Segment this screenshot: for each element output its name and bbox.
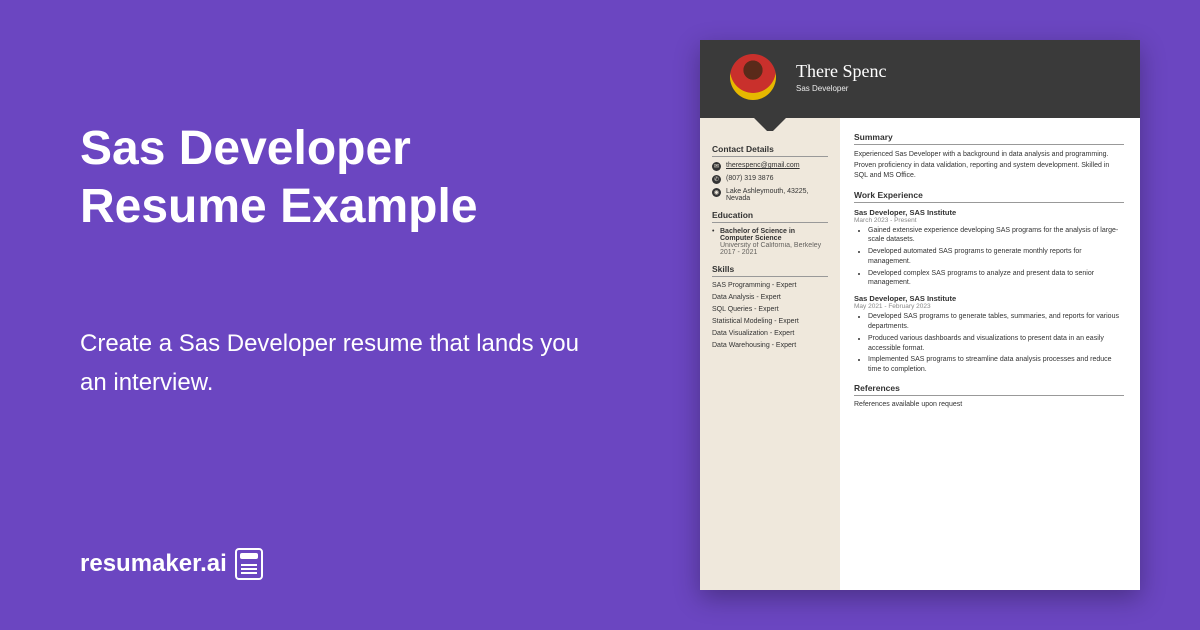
skill-item: Data Warehousing - Expert <box>712 342 828 349</box>
brand-text: resumaker.ai <box>80 550 227 578</box>
education-item: Bachelor of Science in Computer Science … <box>712 228 828 256</box>
name-block: There Spenc Sas Developer <box>796 61 1120 93</box>
references-title: References <box>854 383 1124 396</box>
resume-main: Summary Experienced Sas Developer with a… <box>840 118 1140 590</box>
resume-preview: There Spenc Sas Developer Contact Detail… <box>700 40 1140 590</box>
edu-dates: 2017 - 2021 <box>720 249 828 256</box>
skill-item: Data Visualization - Expert <box>712 330 828 337</box>
address-text: Lake Ashleymouth, 43225, Nevada <box>726 188 828 202</box>
avatar <box>730 54 776 100</box>
degree: Bachelor of Science in Computer Science <box>720 228 828 242</box>
chevron-decoration <box>700 117 840 131</box>
envelope-icon: ✉ <box>712 162 721 171</box>
skill-item: Data Analysis - Expert <box>712 294 828 301</box>
experience-title: Work Experience <box>854 190 1124 203</box>
document-icon <box>235 548 263 580</box>
education-title: Education <box>712 210 828 223</box>
bullet: Produced various dashboards and visualiz… <box>868 334 1124 354</box>
job-title: Sas Developer, SAS Institute <box>854 294 1124 303</box>
headline: Sas Developer Resume Example <box>80 120 580 235</box>
job-dates: May 2021 - February 2023 <box>854 303 1124 310</box>
bullet: Implemented SAS programs to streamline d… <box>868 355 1124 375</box>
resume-header: There Spenc Sas Developer <box>700 40 1140 118</box>
bullet: Developed complex SAS programs to analyz… <box>868 269 1124 289</box>
references-text: References available upon request <box>854 401 1124 408</box>
resume-role: Sas Developer <box>796 84 1120 93</box>
job-bullets: Gained extensive experience developing S… <box>854 226 1124 289</box>
bullet: Developed automated SAS programs to gene… <box>868 247 1124 267</box>
resume-body: Contact Details ✉ therespenc@gmail.com ✆… <box>700 118 1140 590</box>
subtext: Create a Sas Developer resume that lands… <box>80 325 580 402</box>
summary-title: Summary <box>854 132 1124 145</box>
skill-item: SAS Programming - Expert <box>712 282 828 289</box>
resume-name: There Spenc <box>796 61 1120 82</box>
brand-logo: resumaker.ai <box>80 548 263 580</box>
job-dates: March 2023 - Present <box>854 217 1124 224</box>
promo-panel: Sas Developer Resume Example Create a Sa… <box>0 0 620 630</box>
bullet: Developed SAS programs to generate table… <box>868 312 1124 332</box>
job-bullets: Developed SAS programs to generate table… <box>854 312 1124 375</box>
skill-item: SQL Queries - Expert <box>712 306 828 313</box>
job-title: Sas Developer, SAS Institute <box>854 208 1124 217</box>
phone-icon: ✆ <box>712 175 721 184</box>
summary-text: Experienced Sas Developer with a backgro… <box>854 150 1124 182</box>
resume-sidebar: Contact Details ✉ therespenc@gmail.com ✆… <box>700 118 840 590</box>
skills-title: Skills <box>712 264 828 277</box>
job-entry: Sas Developer, SAS Institute March 2023 … <box>854 208 1124 289</box>
school: University of California, Berkeley <box>720 242 828 249</box>
contact-address: ◉ Lake Ashleymouth, 43225, Nevada <box>712 188 828 202</box>
bullet: Gained extensive experience developing S… <box>868 226 1124 246</box>
contact-phone: ✆ (807) 319 3876 <box>712 175 828 184</box>
contact-email: ✉ therespenc@gmail.com <box>712 162 828 171</box>
location-icon: ◉ <box>712 188 721 197</box>
phone-text: (807) 319 3876 <box>726 175 773 182</box>
job-entry: Sas Developer, SAS Institute May 2021 - … <box>854 294 1124 375</box>
email-text: therespenc@gmail.com <box>726 162 800 169</box>
contact-title: Contact Details <box>712 144 828 157</box>
skill-item: Statistical Modeling - Expert <box>712 318 828 325</box>
